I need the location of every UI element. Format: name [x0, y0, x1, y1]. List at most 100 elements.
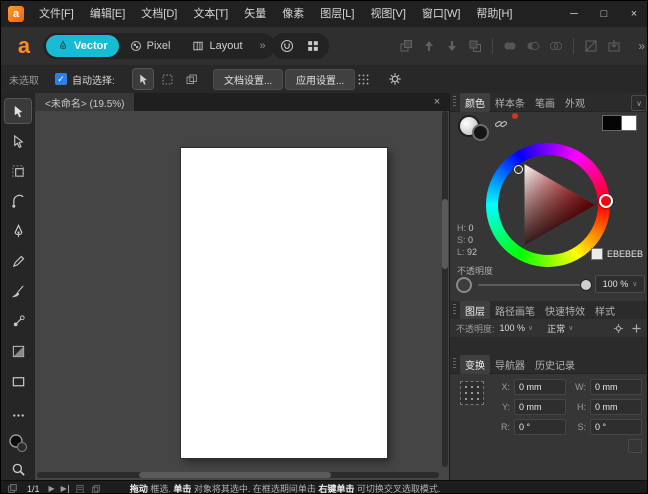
menu-layer[interactable]: 图层[L] [312, 1, 362, 27]
blend-options-gear-icon[interactable] [613, 323, 624, 334]
h-field[interactable]: 0 mm [590, 399, 642, 415]
auto-select-control[interactable]: ✓ 自动选择: [55, 72, 115, 87]
vector-brush-tool[interactable] [5, 279, 31, 303]
opacity-slider-thumb[interactable] [580, 279, 592, 291]
tab-layers[interactable]: 图层 [460, 301, 490, 320]
select-mode-marquee-button[interactable] [157, 69, 177, 89]
tab-color[interactable]: 颜色 [460, 93, 490, 112]
fill-stroke-swatch[interactable] [5, 431, 31, 455]
insert-target-icon[interactable] [605, 37, 623, 55]
tab-stroke[interactable]: 笔画 [530, 93, 560, 112]
corner-tool[interactable] [5, 189, 31, 213]
maximize-button[interactable]: □ [589, 1, 619, 27]
x-field[interactable]: 0 mm [514, 379, 566, 395]
lightness-marker[interactable] [514, 165, 523, 174]
document-close-icon[interactable]: × [429, 93, 445, 111]
menu-edit[interactable]: 编辑[E] [82, 1, 133, 27]
link-colors-icon[interactable] [494, 117, 508, 131]
order-down-icon[interactable] [443, 37, 461, 55]
opacity-well[interactable] [456, 277, 472, 293]
tab-navigator[interactable]: 导航器 [490, 355, 530, 374]
canvas-area[interactable]: <未命名> (19.5%) × [35, 93, 449, 480]
shape-tool[interactable] [5, 369, 31, 393]
menu-view[interactable]: 视图[V] [362, 1, 413, 27]
tab-path-brushes[interactable]: 路径画笔 [490, 301, 540, 320]
panel-drag-handle[interactable] [453, 96, 456, 108]
document-tab[interactable]: <未命名> (19.5%) [35, 93, 134, 111]
menu-document[interactable]: 文档[D] [133, 1, 185, 27]
duplicate-icon[interactable] [91, 484, 101, 494]
r-field[interactable]: 0 ° [514, 419, 566, 435]
hue-marker[interactable] [599, 194, 613, 208]
white-swatch[interactable] [622, 115, 637, 131]
dotted-grid-icon[interactable] [353, 69, 373, 89]
s-field[interactable]: 0 ° [590, 419, 642, 435]
tab-transform[interactable]: 变换 [460, 355, 490, 374]
hex-color-chip[interactable]: EBEBEB [591, 248, 643, 260]
tab-appearance[interactable]: 外观 [560, 93, 590, 112]
menu-file[interactable]: 文件[F] [31, 1, 82, 27]
collapse-color-panel-icon[interactable]: ∨ [631, 95, 647, 111]
grid-toggle[interactable] [300, 35, 326, 57]
move-tool[interactable] [5, 99, 31, 123]
zoom-tool[interactable] [5, 457, 31, 481]
layers-list[interactable] [450, 337, 648, 355]
bw-swatch-pair[interactable] [602, 115, 637, 131]
black-swatch[interactable] [602, 115, 622, 131]
tab-styles[interactable]: 样式 [590, 301, 620, 320]
menu-text[interactable]: 文本[T] [185, 1, 236, 27]
pixel-persona-button[interactable]: Pixel [119, 35, 182, 57]
menu-vector[interactable]: 矢量 [236, 1, 274, 27]
select-mode-layer-button[interactable] [181, 69, 201, 89]
more-tools-button[interactable] [5, 403, 31, 427]
panel-drag-handle[interactable] [453, 358, 456, 370]
menu-pixel[interactable]: 像素 [274, 1, 312, 27]
auto-select-checkbox[interactable]: ✓ [55, 73, 67, 85]
pen-tool[interactable] [5, 219, 31, 243]
application-setup-button[interactable]: 应用设置... [285, 69, 355, 90]
panel-drag-handle[interactable] [453, 304, 456, 316]
layout-persona-button[interactable]: Layout [181, 35, 253, 57]
hsl-triangle[interactable] [498, 155, 598, 255]
vector-persona-button[interactable]: Vector [46, 35, 119, 57]
blend-mode-select[interactable]: 正常 [547, 322, 565, 335]
stroke-color-well[interactable] [472, 124, 489, 141]
fill-gradient-tool[interactable] [5, 309, 31, 333]
order-back-icon[interactable] [466, 37, 484, 55]
document-setup-button[interactable]: 文档设置... [213, 69, 283, 90]
w-field[interactable]: 0 mm [590, 379, 642, 395]
horizontal-scrollbar-thumb[interactable] [139, 472, 331, 478]
anchor-point-selector[interactable] [460, 381, 484, 405]
tab-history[interactable]: 历史记录 [530, 355, 580, 374]
boolean-intersect-icon[interactable] [547, 37, 565, 55]
close-button[interactable]: × [619, 1, 648, 27]
tab-quick-fx[interactable]: 快速特效 [540, 301, 590, 320]
opacity-slider[interactable] [478, 284, 584, 286]
vertical-scrollbar[interactable] [442, 111, 448, 467]
add-layer-icon[interactable] [631, 323, 642, 334]
clipboard-icon[interactable] [75, 484, 85, 494]
next-page-button[interactable]: ▶ [49, 484, 55, 493]
tab-swatches[interactable]: 样本条 [490, 93, 530, 112]
contour-tool[interactable] [5, 159, 31, 183]
order-up-icon[interactable] [420, 37, 438, 55]
menu-window[interactable]: 窗口[W] [414, 1, 469, 27]
order-front-icon[interactable] [397, 37, 415, 55]
select-mode-cursor-button[interactable] [133, 69, 153, 89]
pencil-tool[interactable] [5, 249, 31, 273]
persona-overflow-chevron[interactable]: » [254, 40, 272, 52]
divide-icon[interactable] [582, 37, 600, 55]
vertical-scrollbar-thumb[interactable] [442, 199, 448, 269]
gear-icon[interactable] [385, 69, 405, 89]
y-field[interactable]: 0 mm [514, 399, 566, 415]
boolean-subtract-icon[interactable] [524, 37, 542, 55]
node-tool[interactable] [5, 129, 31, 153]
artboard-page[interactable] [181, 148, 387, 458]
toolbar-overflow-chevron[interactable]: » [638, 33, 645, 59]
boolean-add-icon[interactable] [501, 37, 519, 55]
last-page-button[interactable]: ▶ [61, 484, 69, 493]
horizontal-scrollbar[interactable] [37, 472, 439, 478]
no-color-indicator[interactable] [512, 113, 518, 119]
layers-opacity-value[interactable]: 100 % [500, 323, 526, 333]
opacity-value-field[interactable]: 100 % ∨ [595, 275, 645, 293]
